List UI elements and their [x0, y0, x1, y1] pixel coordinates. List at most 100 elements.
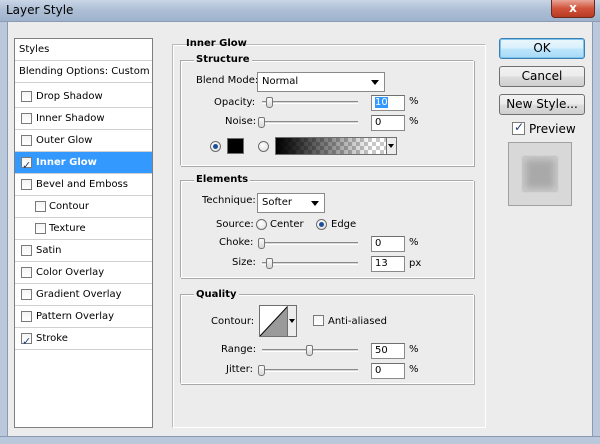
range-unit: %: [409, 344, 419, 355]
window-title: Layer Style: [6, 3, 74, 17]
anti-aliased-checkbox[interactable]: [313, 315, 324, 326]
source-edge-radio[interactable]: [316, 219, 327, 230]
size-slider[interactable]: [262, 262, 358, 265]
blend-mode-label: Blend Mode:: [196, 75, 259, 86]
blend-mode-dropdown[interactable]: Normal: [257, 72, 385, 92]
contour-label: Contour:: [211, 316, 255, 327]
range-slider-thumb[interactable]: [306, 345, 313, 356]
chevron-down-icon: [311, 201, 319, 206]
bevel-emboss-checkbox[interactable]: [21, 179, 32, 190]
chevron-down-icon[interactable]: [287, 306, 296, 336]
opacity-slider-thumb[interactable]: [266, 97, 273, 108]
window-frame-left: [0, 22, 8, 444]
style-item-label: Stroke: [36, 333, 68, 344]
inner-glow-checkbox[interactable]: ✓: [21, 157, 32, 172]
choke-field[interactable]: 0: [371, 236, 405, 252]
drop-shadow-checkbox[interactable]: [21, 91, 32, 102]
source-center-radio[interactable]: [256, 219, 267, 230]
gradient-overlay-checkbox[interactable]: [21, 289, 32, 300]
opacity-field[interactable]: 10: [371, 95, 405, 111]
check-icon: ✓: [514, 120, 525, 134]
styles-header[interactable]: Styles: [15, 39, 152, 61]
preview-checkbox[interactable]: ✓: [512, 120, 525, 135]
style-item-label: Color Overlay: [36, 267, 105, 278]
chevron-down-icon[interactable]: [386, 138, 396, 154]
preview-thumbnail: [508, 142, 572, 206]
jitter-field[interactable]: 0: [371, 363, 405, 379]
contour-curve-icon: [260, 306, 288, 336]
style-item-drop-shadow[interactable]: Drop Shadow: [15, 86, 152, 108]
contour-picker[interactable]: [259, 305, 297, 337]
jitter-slider[interactable]: [262, 369, 358, 372]
style-item-satin[interactable]: Satin: [15, 240, 152, 262]
jitter-unit: %: [409, 364, 419, 375]
jitter-label: Jitter:: [226, 364, 254, 375]
noise-unit: %: [409, 116, 419, 127]
window-frame-right: [592, 22, 600, 444]
new-style-button[interactable]: New Style...: [499, 94, 585, 115]
stroke-checkbox[interactable]: ✓: [21, 333, 32, 348]
style-item-outer-glow[interactable]: Outer Glow: [15, 130, 152, 152]
jitter-slider-thumb[interactable]: [258, 365, 265, 376]
size-label: Size:: [232, 257, 256, 268]
cancel-button[interactable]: Cancel: [499, 66, 585, 87]
style-item-label: Inner Glow: [36, 157, 97, 168]
solid-color-radio[interactable]: [210, 141, 221, 152]
range-field[interactable]: 50: [371, 343, 405, 359]
glow-color-swatch[interactable]: [227, 138, 244, 154]
opacity-label: Opacity:: [214, 97, 256, 108]
anti-aliased-label: Anti-aliased: [328, 316, 388, 327]
structure-title: Structure: [194, 54, 252, 65]
title-bar[interactable]: Layer Style x: [0, 0, 600, 22]
style-item-inner-shadow[interactable]: Inner Shadow: [15, 108, 152, 130]
choke-slider[interactable]: [262, 242, 358, 245]
close-button[interactable]: x: [551, 0, 595, 18]
style-item-stroke[interactable]: ✓ Stroke: [15, 328, 152, 350]
pattern-overlay-checkbox[interactable]: [21, 311, 32, 322]
check-icon: ✓: [22, 159, 32, 172]
noise-slider-thumb[interactable]: [258, 117, 265, 128]
choke-label: Choke:: [219, 237, 254, 248]
style-item-color-overlay[interactable]: Color Overlay: [15, 262, 152, 284]
noise-field[interactable]: 0: [371, 115, 405, 131]
size-unit: px: [409, 258, 422, 269]
style-item-contour[interactable]: Contour: [15, 196, 152, 218]
style-item-inner-glow[interactable]: ✓ Inner Glow: [15, 152, 152, 174]
styles-list: Styles Blending Options: Custom Drop Sha…: [14, 38, 153, 428]
elements-title: Elements: [194, 174, 251, 185]
panel-title: Inner Glow: [186, 38, 247, 49]
inner-shadow-checkbox[interactable]: [21, 113, 32, 124]
noise-slider[interactable]: [262, 121, 358, 124]
size-field[interactable]: 13: [371, 256, 405, 272]
gradient-picker[interactable]: [275, 137, 397, 155]
technique-dropdown[interactable]: Softer: [257, 193, 325, 213]
window-frame-bottom: [0, 436, 600, 444]
blending-options-item[interactable]: Blending Options: Custom: [15, 61, 152, 83]
style-item-label: Gradient Overlay: [36, 289, 122, 300]
close-icon: x: [569, 1, 577, 15]
satin-checkbox[interactable]: [21, 245, 32, 256]
style-item-bevel-emboss[interactable]: Bevel and Emboss: [15, 174, 152, 196]
style-item-label: Satin: [36, 245, 62, 256]
chevron-down-icon: [371, 80, 379, 85]
style-item-pattern-overlay[interactable]: Pattern Overlay: [15, 306, 152, 328]
source-edge-label: Edge: [331, 219, 357, 230]
contour-checkbox[interactable]: [35, 201, 46, 212]
style-item-label: Contour: [49, 201, 89, 212]
outer-glow-checkbox[interactable]: [21, 135, 32, 146]
color-overlay-checkbox[interactable]: [21, 267, 32, 278]
choke-slider-thumb[interactable]: [258, 238, 265, 249]
gradient-radio[interactable]: [258, 141, 269, 152]
opacity-unit: %: [409, 96, 419, 107]
size-slider-thumb[interactable]: [266, 258, 273, 269]
style-item-label: Pattern Overlay: [36, 311, 115, 322]
texture-checkbox[interactable]: [35, 223, 46, 234]
technique-value: Softer: [262, 197, 292, 208]
style-item-texture[interactable]: Texture: [15, 218, 152, 240]
opacity-slider[interactable]: [262, 101, 358, 104]
style-item-label: Drop Shadow: [36, 91, 103, 102]
ok-button[interactable]: OK: [499, 38, 585, 59]
style-item-gradient-overlay[interactable]: Gradient Overlay: [15, 284, 152, 306]
noise-label: Noise:: [225, 116, 257, 127]
source-center-label: Center: [270, 219, 304, 230]
